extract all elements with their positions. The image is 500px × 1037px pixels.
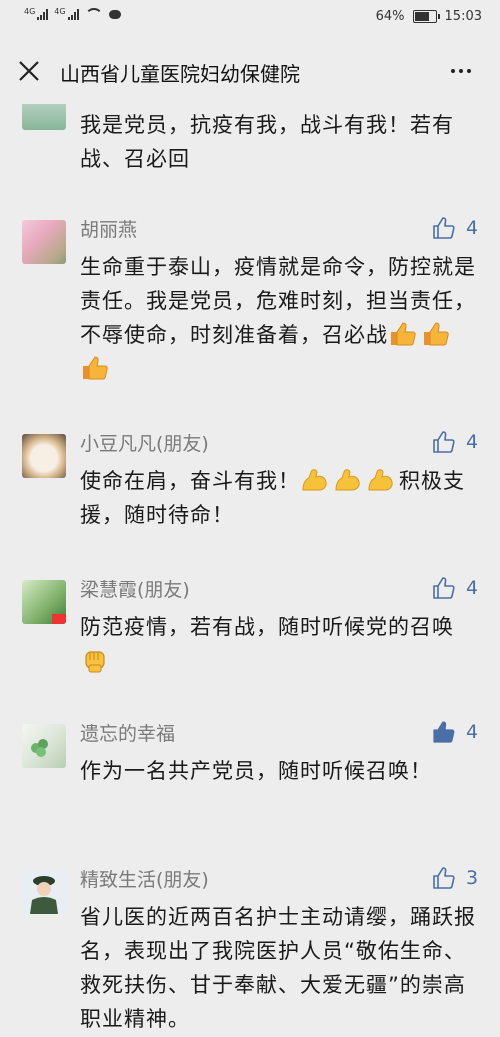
emoji-group bbox=[80, 649, 113, 673]
avatar[interactable] bbox=[22, 434, 66, 478]
like-count: 3 bbox=[466, 867, 479, 889]
comment-list[interactable]: 我是党员，抗疫有我，战斗有我！若有战、召必回 胡丽燕 4 生命重于泰山，疫情就是… bbox=[0, 104, 500, 1037]
nav-bar: 山西省儿童医院妇幼保健院 bbox=[0, 38, 500, 104]
avatar[interactable] bbox=[22, 724, 66, 768]
more-icon bbox=[451, 69, 455, 73]
flexed-biceps-emoji-icon bbox=[300, 467, 330, 493]
avatar[interactable] bbox=[22, 104, 66, 130]
thumbs-up-emoji-icon bbox=[421, 321, 451, 347]
more-icon-dot bbox=[467, 69, 471, 73]
wifi-icon bbox=[84, 8, 103, 20]
like-count: 4 bbox=[466, 431, 479, 453]
commenter-name[interactable]: 胡丽燕 bbox=[80, 216, 137, 244]
thumbs-up-emoji-icon bbox=[80, 355, 110, 381]
clover-icon bbox=[31, 739, 48, 757]
raised-fist-emoji-icon bbox=[80, 647, 110, 673]
like-count: 4 bbox=[466, 577, 479, 599]
like-count: 4 bbox=[466, 721, 479, 743]
like-button[interactable]: 4 bbox=[432, 216, 478, 240]
page-title: 山西省儿童医院妇幼保健院 bbox=[60, 62, 300, 86]
battery-percent: 64% bbox=[375, 9, 405, 24]
comment-text: 使命在肩，奋斗有我！ 积极支援，随时待命！ bbox=[80, 464, 480, 532]
thumbs-up-icon bbox=[433, 217, 455, 239]
battery-icon bbox=[412, 10, 440, 23]
commenter-name[interactable]: 遗忘的幸福 bbox=[80, 720, 175, 748]
like-count: 4 bbox=[466, 217, 479, 239]
avatar[interactable] bbox=[22, 870, 66, 914]
comment-text: 我是党员，抗疫有我，战斗有我！若有战、召必回 bbox=[80, 113, 454, 171]
more-icon-dot bbox=[459, 69, 463, 73]
avatar[interactable] bbox=[22, 220, 66, 264]
avatar[interactable] bbox=[22, 580, 66, 624]
thumbs-up-emoji-icon bbox=[388, 321, 418, 347]
comment-text-part-a: 使命在肩，奋斗有我！ bbox=[80, 469, 300, 493]
comment-text: 省儿医的近两百名护士主动请缨，踊跃报名，表现出了我院医护人员“敬佑生命、救死扶伤… bbox=[80, 905, 476, 1031]
signal-icon: 4G bbox=[24, 8, 49, 20]
comment-text-content: 防范疫情，若有战，随时听候党的召唤 bbox=[80, 615, 454, 639]
comment-text: 作为一名共产党员，随时听候召唤！ bbox=[80, 759, 432, 783]
commenter-name[interactable]: 梁慧霞(朋友) bbox=[80, 576, 190, 604]
close-icon bbox=[19, 61, 39, 81]
close-button[interactable] bbox=[12, 54, 46, 88]
clock: 15:03 bbox=[444, 9, 482, 24]
like-button[interactable]: 4 bbox=[432, 576, 478, 600]
china-flag-icon bbox=[52, 614, 66, 624]
officer-icon bbox=[30, 876, 58, 914]
commenter-name[interactable]: 精致生活(朋友) bbox=[80, 866, 209, 894]
thumbs-up-icon bbox=[433, 431, 455, 453]
thumbs-up-icon bbox=[433, 577, 455, 599]
comment-text: 生命重于泰山，疫情就是命令，防控就是责任。我是党员，危难时刻，担当责任，不辱使命… bbox=[80, 250, 480, 386]
signal-icon-2: 4G bbox=[54, 8, 79, 20]
thumbs-up-filled-icon bbox=[433, 721, 455, 743]
flexed-biceps-emoji-icon bbox=[333, 467, 363, 493]
emoji-group bbox=[300, 469, 399, 493]
status-bar: 4G 4G 64% 15:03 bbox=[0, 0, 500, 38]
more-options-button[interactable] bbox=[444, 54, 478, 88]
commenter-name[interactable]: 小豆凡凡(朋友) bbox=[80, 430, 209, 458]
like-button[interactable]: 4 bbox=[432, 430, 478, 454]
flexed-biceps-emoji-icon bbox=[366, 467, 396, 493]
like-button[interactable]: 4 bbox=[432, 720, 478, 744]
message-notification-icon bbox=[108, 9, 121, 19]
like-button[interactable]: 3 bbox=[432, 866, 478, 890]
comment-text: 防范疫情，若有战，随时听候党的召唤 bbox=[80, 610, 480, 678]
thumbs-up-icon bbox=[433, 867, 455, 889]
